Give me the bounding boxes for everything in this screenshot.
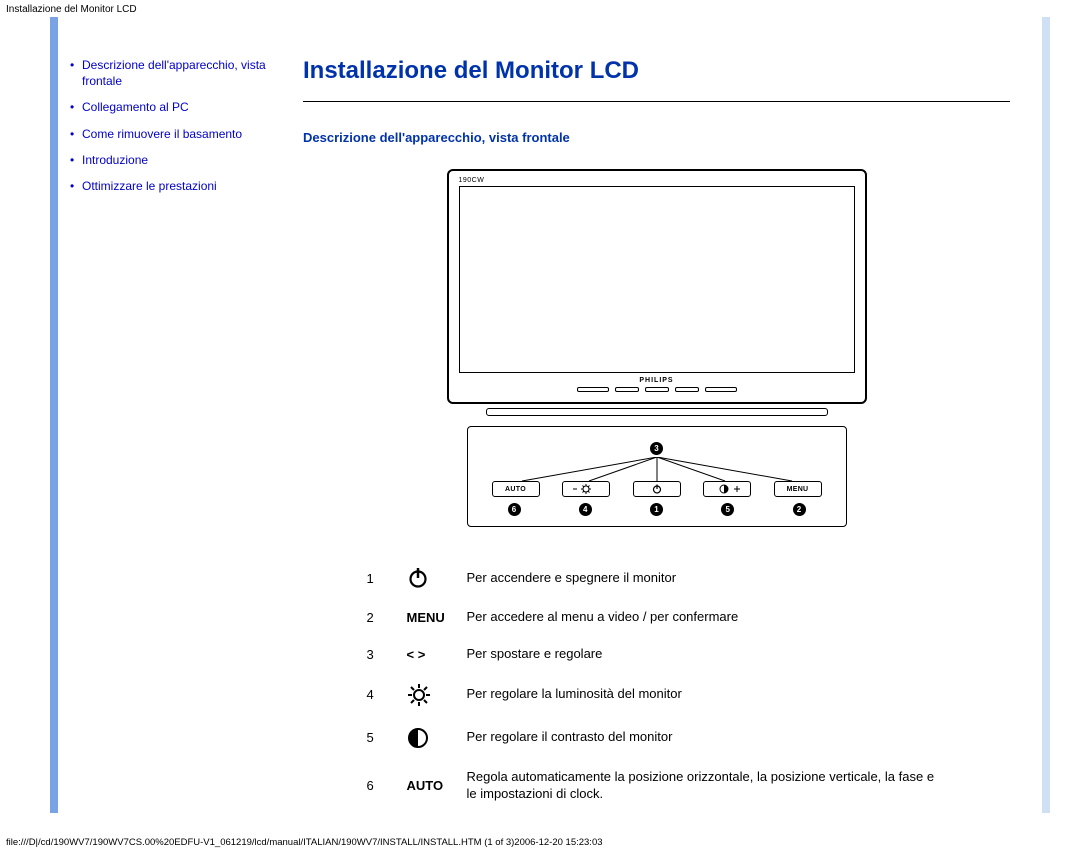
power-icon	[407, 567, 467, 589]
divider	[303, 101, 1010, 102]
content-frame: Descrizione dell'apparecchio, vista fron…	[50, 17, 1050, 833]
monitor-front-buttons	[459, 387, 855, 392]
monitor-brand-label: PHILIPS	[459, 377, 855, 384]
panel-btn-auto: AUTO	[492, 481, 540, 497]
arrows-label: < >	[407, 647, 467, 662]
sidebar-link-descrizione[interactable]: Descrizione dell'apparecchio, vista fron…	[82, 58, 266, 88]
sidebar-link-introduzione[interactable]: Introduzione	[82, 153, 148, 167]
legend-num: 3	[367, 647, 407, 662]
sidebar-link-ottimizzare[interactable]: Ottimizzare le prestazioni	[82, 179, 217, 193]
panel-btn-power	[633, 481, 681, 497]
panel-btn-menu: MENU	[774, 481, 822, 497]
sidebar-link-rimuovere[interactable]: Come rimuovere il basamento	[82, 127, 242, 141]
auto-label: AUTO	[407, 778, 467, 793]
callout-4: 4	[579, 503, 592, 516]
legend-desc: Per spostare e regolare	[467, 646, 947, 663]
contrast-icon	[407, 727, 467, 749]
callout-6: 6	[508, 503, 521, 516]
brightness-icon	[407, 683, 467, 707]
panel-btn-brightness-minus	[562, 481, 610, 497]
panel-btn-contrast-plus	[703, 481, 751, 497]
legend-desc: Per regolare il contrasto del monitor	[467, 729, 947, 746]
monitor-screen	[459, 186, 855, 373]
callout-5: 5	[721, 503, 734, 516]
button-panel: 3 AUTO	[467, 426, 847, 527]
legend-row-4: 4 Per regolare la luminosità del monitor	[367, 673, 947, 717]
legend-row-3: 3 < > Per spostare e regolare	[367, 636, 947, 673]
legend-row-1: 1 Per accendere e spegnere il monitor	[367, 557, 947, 599]
legend-num: 6	[367, 778, 407, 793]
legend-num: 5	[367, 730, 407, 745]
callout-2: 2	[793, 503, 806, 516]
legend-num: 2	[367, 610, 407, 625]
legend-num: 1	[367, 571, 407, 586]
page-heading: Installazione del Monitor LCD	[303, 57, 1010, 85]
monitor-model-label: 190CW	[459, 177, 855, 184]
section-heading: Descrizione dell'apparecchio, vista fron…	[303, 130, 1010, 145]
page-title-small: Installazione del Monitor LCD	[0, 0, 1080, 17]
legend-row-6: 6 AUTO Regola automaticamente la posizio…	[367, 759, 947, 813]
legend-desc: Per accendere e spegnere il monitor	[467, 570, 947, 587]
legend-desc: Per regolare la luminosità del monitor	[467, 686, 947, 703]
callout-1: 1	[650, 503, 663, 516]
monitor-base	[486, 408, 828, 416]
footer-path: file:///D|/cd/190WV7/190WV7CS.00%20EDFU-…	[0, 833, 1080, 852]
callout-3: 3	[650, 442, 663, 455]
monitor-outline: 190CW PHILIPS	[447, 169, 867, 404]
main-content: Installazione del Monitor LCD Descrizion…	[273, 57, 1050, 813]
legend-num: 4	[367, 687, 407, 702]
legend-row-5: 5 Per regolare il contrasto del monitor	[367, 717, 947, 759]
legend-desc: Regola automaticamente la posizione oriz…	[467, 769, 947, 803]
menu-label: MENU	[407, 610, 467, 625]
legend-table: 1 Per accendere e spegnere il monitor 2 …	[367, 557, 947, 813]
monitor-diagram: 190CW PHILIPS	[447, 169, 867, 527]
sidebar: Descrizione dell'apparecchio, vista fron…	[58, 57, 273, 204]
legend-desc: Per accedere al menu a video / per confe…	[467, 609, 947, 626]
leader-lines	[492, 457, 822, 481]
sidebar-link-collegamento[interactable]: Collegamento al PC	[82, 100, 189, 114]
legend-row-2: 2 MENU Per accedere al menu a video / pe…	[367, 599, 947, 636]
